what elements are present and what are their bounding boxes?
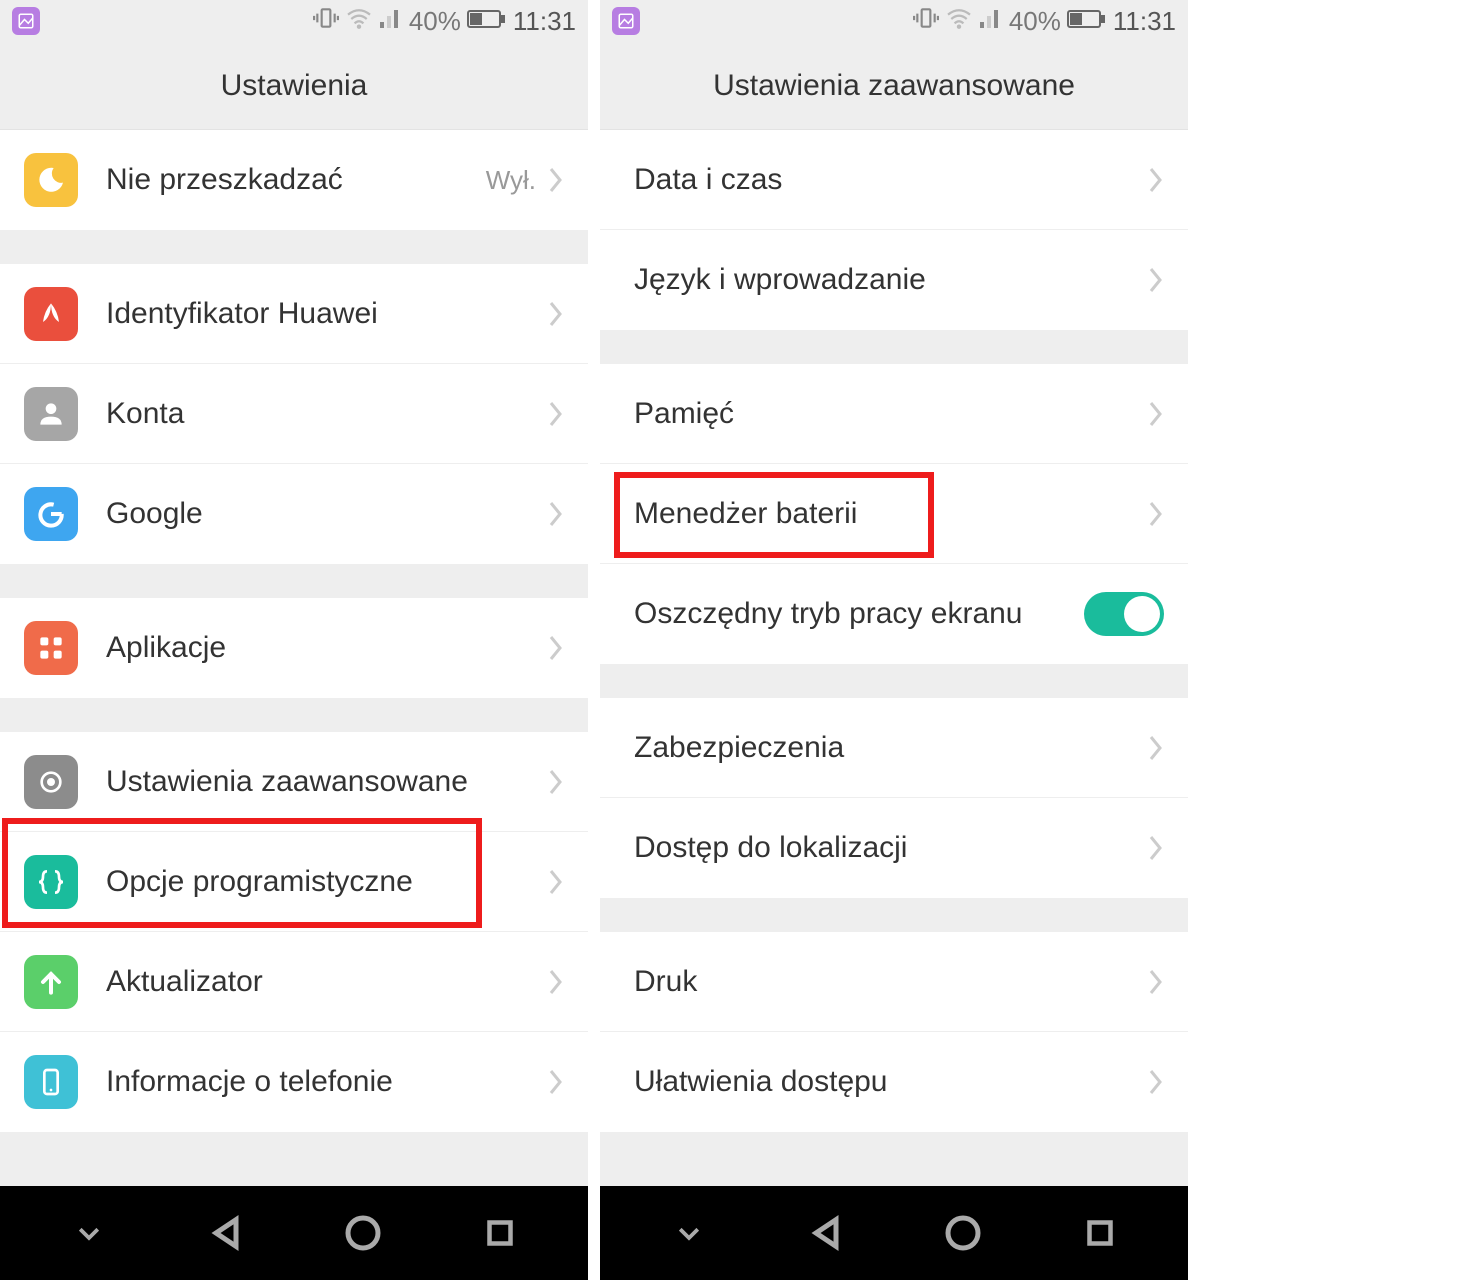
- row-label: Pamięć: [634, 397, 1148, 431]
- row-label: Informacje o telefonie: [106, 1065, 548, 1099]
- screen-settings: 40% 11:31 Ustawienia Nie przeszkadzać Wy…: [0, 0, 588, 1280]
- battery-icon: [1067, 6, 1107, 37]
- chevron-right-icon: [1148, 834, 1164, 862]
- chevron-right-icon: [548, 868, 564, 896]
- row-label: Aplikacje: [106, 631, 548, 665]
- chevron-right-icon: [548, 634, 564, 662]
- braces-icon: [24, 855, 78, 909]
- signal-icon: [379, 6, 403, 37]
- chevron-right-icon: [548, 500, 564, 528]
- row-label: Język i wprowadzanie: [634, 263, 1148, 297]
- chevron-right-icon: [1148, 734, 1164, 762]
- clock-time: 11:31: [513, 6, 576, 37]
- row-label: Ułatwienia dostępu: [634, 1065, 1148, 1099]
- nav-back-button[interactable]: [196, 1203, 256, 1263]
- row-eco-screen-mode[interactable]: Oszczędny tryb pracy ekranu: [600, 564, 1188, 664]
- row-label: Druk: [634, 965, 1148, 999]
- battery-percent: 40%: [1009, 6, 1061, 37]
- chevron-right-icon: [1148, 166, 1164, 194]
- row-language-input[interactable]: Język i wprowadzanie: [600, 230, 1188, 330]
- row-google[interactable]: Google: [0, 464, 588, 564]
- clock-time: 11:31: [1113, 6, 1176, 37]
- notification-app-icon: [12, 7, 40, 35]
- nav-recent-button[interactable]: [1070, 1203, 1130, 1263]
- android-nav-bar: [600, 1186, 1188, 1280]
- nav-home-button[interactable]: [333, 1203, 393, 1263]
- eco-screen-toggle[interactable]: [1084, 592, 1164, 636]
- page-title: Ustawienia zaawansowane: [713, 69, 1075, 103]
- battery-percent: 40%: [409, 6, 461, 37]
- row-advanced-settings[interactable]: Ustawienia zaawansowane: [0, 732, 588, 832]
- wifi-icon: [945, 6, 973, 37]
- arrow-up-icon: [24, 955, 78, 1009]
- vibrate-icon: [313, 5, 339, 38]
- nav-collapse-button[interactable]: [659, 1203, 719, 1263]
- moon-icon: [24, 153, 78, 207]
- row-label: Aktualizator: [106, 965, 548, 999]
- row-huawei-id[interactable]: Identyfikator Huawei: [0, 264, 588, 364]
- row-print[interactable]: Druk: [600, 932, 1188, 1032]
- row-do-not-disturb[interactable]: Nie przeszkadzać Wył.: [0, 130, 588, 230]
- apps-grid-icon: [24, 621, 78, 675]
- battery-icon: [467, 6, 507, 37]
- nav-back-button[interactable]: [796, 1203, 856, 1263]
- chevron-right-icon: [548, 1068, 564, 1096]
- chevron-right-icon: [1148, 968, 1164, 996]
- status-bar: 40% 11:31: [600, 0, 1188, 42]
- row-date-time[interactable]: Data i czas: [600, 130, 1188, 230]
- android-nav-bar: [0, 1186, 588, 1280]
- chevron-right-icon: [1148, 1068, 1164, 1096]
- phone-info-icon: [24, 1055, 78, 1109]
- row-apps[interactable]: Aplikacje: [0, 598, 588, 698]
- row-label: Google: [106, 497, 548, 531]
- notification-app-icon: [612, 7, 640, 35]
- gear-icon: [24, 755, 78, 809]
- advanced-settings-list[interactable]: Data i czas Język i wprowadzanie Pamięć …: [600, 130, 1188, 1186]
- row-value: Wył.: [486, 165, 536, 196]
- row-memory[interactable]: Pamięć: [600, 364, 1188, 464]
- page-title: Ustawienia: [221, 69, 368, 103]
- row-label: Dostęp do lokalizacji: [634, 831, 1148, 865]
- chevron-right-icon: [1148, 266, 1164, 294]
- row-label: Zabezpieczenia: [634, 731, 1148, 765]
- row-accounts[interactable]: Konta: [0, 364, 588, 464]
- status-bar: 40% 11:31: [0, 0, 588, 42]
- settings-list[interactable]: Nie przeszkadzać Wył. Identyfikator Huaw…: [0, 130, 588, 1186]
- nav-collapse-button[interactable]: [59, 1203, 119, 1263]
- row-location-access[interactable]: Dostęp do lokalizacji: [600, 798, 1188, 898]
- row-label: Oszczędny tryb pracy ekranu: [634, 597, 1084, 631]
- row-accessibility[interactable]: Ułatwienia dostępu: [600, 1032, 1188, 1132]
- chevron-right-icon: [548, 300, 564, 328]
- chevron-right-icon: [1148, 400, 1164, 428]
- row-developer-options[interactable]: Opcje programistyczne: [0, 832, 588, 932]
- row-label: Ustawienia zaawansowane: [106, 765, 548, 799]
- chevron-right-icon: [548, 968, 564, 996]
- huawei-icon: [24, 287, 78, 341]
- google-g-icon: [24, 487, 78, 541]
- row-about-phone[interactable]: Informacje o telefonie: [0, 1032, 588, 1132]
- row-battery-manager[interactable]: Menedżer baterii: [600, 464, 1188, 564]
- nav-recent-button[interactable]: [470, 1203, 530, 1263]
- chevron-right-icon: [548, 768, 564, 796]
- row-label: Menedżer baterii: [634, 497, 1148, 531]
- row-label: Identyfikator Huawei: [106, 297, 548, 331]
- row-updater[interactable]: Aktualizator: [0, 932, 588, 1032]
- person-icon: [24, 387, 78, 441]
- page-header: Ustawienia: [0, 42, 588, 130]
- signal-icon: [979, 6, 1003, 37]
- row-label: Konta: [106, 397, 548, 431]
- screen-advanced-settings: 40% 11:31 Ustawienia zaawansowane Data i…: [600, 0, 1188, 1280]
- row-label: Data i czas: [634, 163, 1148, 197]
- row-label: Nie przeszkadzać: [106, 163, 486, 197]
- chevron-right-icon: [1148, 500, 1164, 528]
- vibrate-icon: [913, 5, 939, 38]
- row-label: Opcje programistyczne: [106, 865, 548, 899]
- page-header: Ustawienia zaawansowane: [600, 42, 1188, 130]
- nav-home-button[interactable]: [933, 1203, 993, 1263]
- row-security[interactable]: Zabezpieczenia: [600, 698, 1188, 798]
- chevron-right-icon: [548, 400, 564, 428]
- wifi-icon: [345, 6, 373, 37]
- chevron-right-icon: [548, 166, 564, 194]
